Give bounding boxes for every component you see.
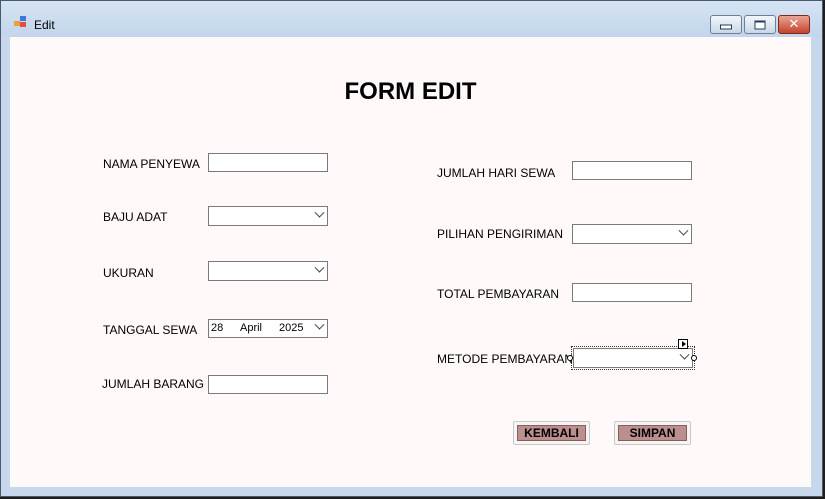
tanggal-sewa-datepicker[interactable]: 28 April 2025 <box>208 319 328 338</box>
ukuran-select[interactable] <box>208 261 328 281</box>
baju-adat-label: BAJU ADAT <box>103 210 168 224</box>
nama-penyewa-input[interactable] <box>208 153 328 172</box>
form-client-area: FORM EDIT NAMA PENYEWA BAJU ADAT UKURAN … <box>10 37 811 487</box>
chevron-down-icon <box>314 262 325 273</box>
ukuran-label: UKURAN <box>103 266 154 280</box>
page-title: FORM EDIT <box>344 78 477 105</box>
resize-handle-left[interactable] <box>567 355 573 361</box>
chevron-down-icon <box>678 225 689 236</box>
total-pembayaran-input[interactable] <box>572 283 692 302</box>
smart-tag-icon[interactable] <box>678 339 688 349</box>
window-title: Edit <box>34 18 55 32</box>
total-pembayaran-label: TOTAL PEMBAYARAN <box>437 287 560 301</box>
kembali-button-label: KEMBALI <box>517 425 586 441</box>
title-bar[interactable]: Edit ✕ <box>1 1 822 37</box>
jumlah-hari-sewa-input[interactable] <box>572 161 692 180</box>
form-app-icon <box>14 16 28 28</box>
jumlah-hari-sewa-label: JUMLAH HARI SEWA <box>437 166 556 180</box>
date-year[interactable]: 2025 <box>279 322 303 334</box>
pilihan-pengiriman-label: PILIHAN PENGIRIMAN <box>437 227 564 241</box>
date-month[interactable]: April <box>240 322 262 334</box>
pilihan-pengiriman-select[interactable] <box>572 224 692 244</box>
chevron-down-icon <box>679 349 690 360</box>
close-icon: ✕ <box>788 16 800 32</box>
maximize-icon <box>754 20 766 29</box>
chevron-down-icon[interactable] <box>314 319 325 330</box>
kembali-button[interactable]: KEMBALI <box>513 421 590 445</box>
maximize-button[interactable] <box>744 15 776 34</box>
metode-pembayaran-label: METODE PEMBAYARAN <box>437 352 574 366</box>
edit-window: Edit ✕ FORM EDIT NAMA PENYEWA BAJU ADAT … <box>0 0 823 497</box>
date-day[interactable]: 28 <box>211 322 223 334</box>
metode-pembayaran-select[interactable] <box>573 348 693 368</box>
close-button[interactable]: ✕ <box>778 15 810 34</box>
simpan-button[interactable]: SIMPAN <box>614 421 691 445</box>
simpan-button-label: SIMPAN <box>618 425 687 441</box>
nama-penyewa-label: NAMA PENYEWA <box>103 157 200 171</box>
baju-adat-select[interactable] <box>208 206 328 226</box>
jumlah-barang-input[interactable] <box>208 375 328 394</box>
resize-handle-right[interactable] <box>691 355 697 361</box>
tanggal-sewa-label: TANGGAL SEWA <box>103 323 198 337</box>
chevron-down-icon <box>314 207 325 218</box>
minimize-button[interactable] <box>710 15 742 34</box>
minimize-icon <box>720 24 732 29</box>
jumlah-barang-label: JUMLAH BARANG <box>102 377 205 391</box>
